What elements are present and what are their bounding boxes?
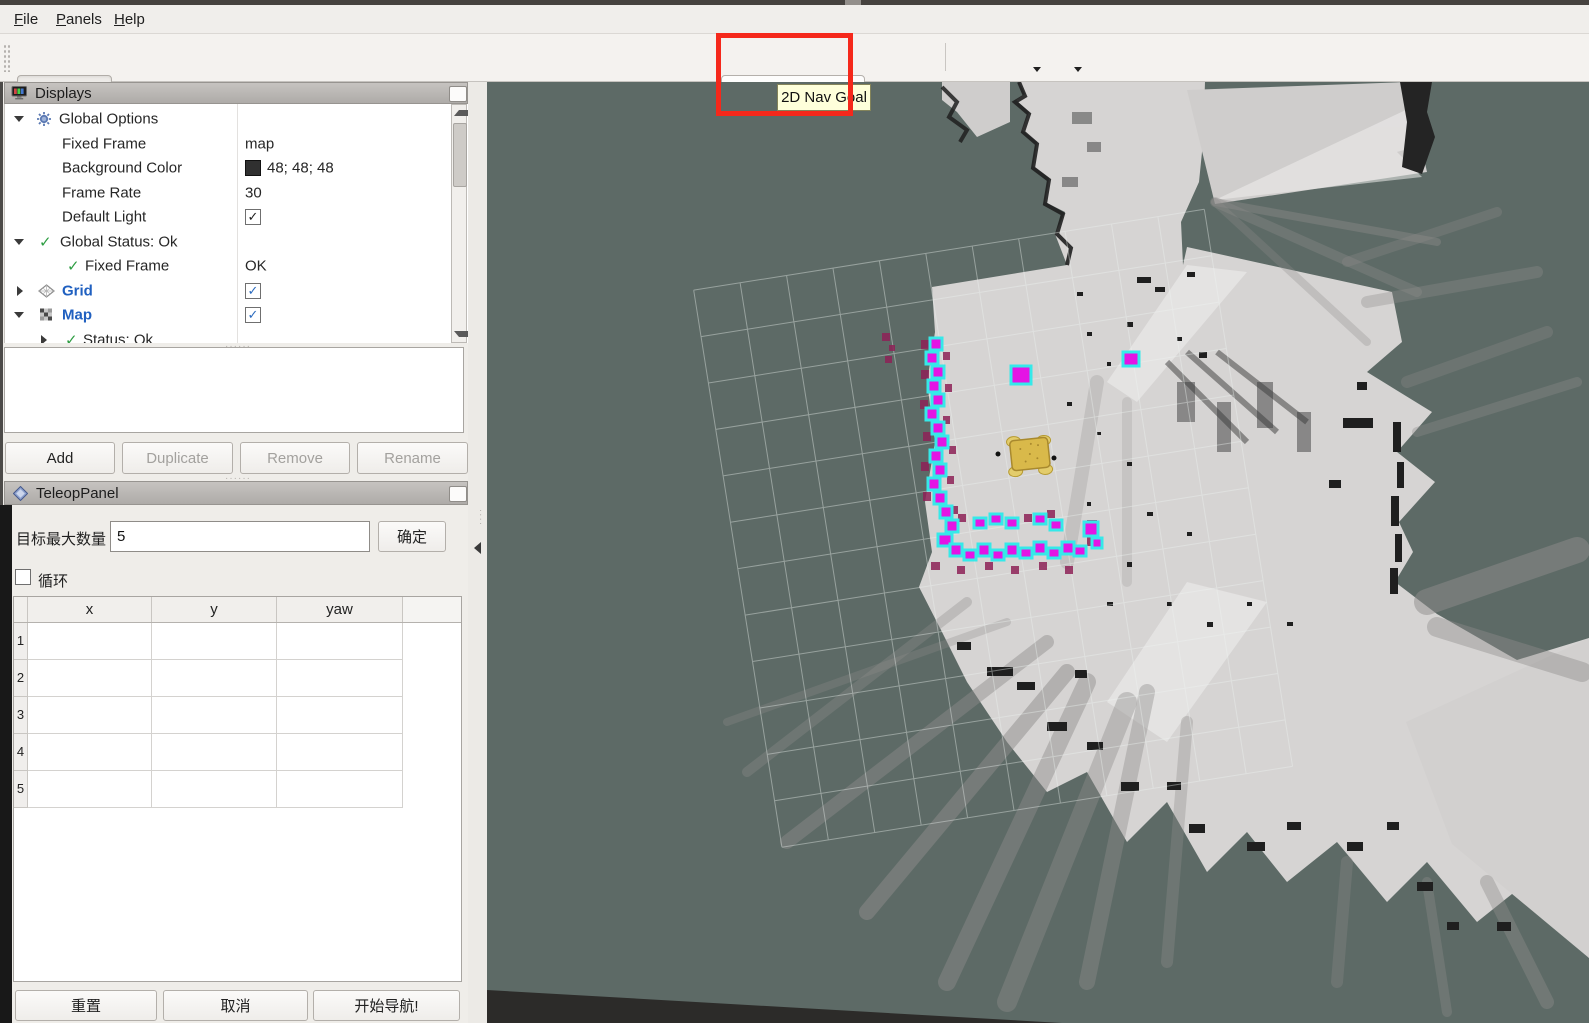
displays-scrollbar[interactable] xyxy=(451,104,467,343)
cell-y[interactable] xyxy=(152,697,277,734)
row-number[interactable]: 2 xyxy=(14,660,28,697)
start-navigation-button[interactable]: 开始导航! xyxy=(313,990,460,1021)
chevron-down-icon[interactable] xyxy=(14,116,24,122)
status-ok-check-icon: ✓ xyxy=(65,331,78,343)
cancel-button[interactable]: 取消 xyxy=(163,990,308,1021)
map-view xyxy=(487,82,1589,1023)
teleop-panel-header[interactable]: TeleopPanel xyxy=(4,481,468,505)
color-swatch[interactable] xyxy=(245,160,261,176)
status-ok-check-icon: ✓ xyxy=(39,233,52,251)
displays-monitor-icon xyxy=(11,85,28,101)
grid-display-icon xyxy=(38,283,55,298)
display-description-box xyxy=(4,347,464,433)
gear-icon xyxy=(36,111,52,127)
loop-checkbox[interactable] xyxy=(15,569,31,585)
cell-y[interactable] xyxy=(152,771,277,808)
corner-header-cell xyxy=(14,597,28,622)
cell-x[interactable] xyxy=(28,734,152,771)
loop-label: 循环 xyxy=(38,570,68,591)
menu-file[interactable]: File xyxy=(8,8,44,31)
menu-bar: File Panels Help xyxy=(0,5,1589,34)
cell-x[interactable] xyxy=(28,697,152,734)
column-header-yaw[interactable]: yaw xyxy=(277,597,403,622)
fixed-frame-value[interactable]: map xyxy=(245,135,274,152)
cell-yaw[interactable] xyxy=(277,697,403,734)
confirm-button[interactable]: 确定 xyxy=(378,521,446,552)
column-header-y[interactable]: y xyxy=(152,597,277,622)
rename-button[interactable]: Rename xyxy=(357,442,468,474)
table-row: 4 xyxy=(14,734,461,771)
chevron-down-icon[interactable] xyxy=(14,312,24,318)
chevron-down-icon[interactable] xyxy=(14,239,24,245)
cell-y[interactable] xyxy=(152,734,277,771)
row-number[interactable]: 5 xyxy=(14,771,28,808)
fixed-frame-status-value: OK xyxy=(245,258,267,275)
cell-yaw[interactable] xyxy=(277,660,403,697)
background-color-value[interactable]: 48; 48; 48 xyxy=(267,160,334,177)
scrollbar-thumb[interactable] xyxy=(453,123,467,187)
desktop-edge xyxy=(0,505,12,1023)
visibility-dropdown-caret[interactable] xyxy=(1074,67,1082,72)
add-button[interactable]: Add xyxy=(5,442,115,474)
displays-panel-header[interactable]: Displays xyxy=(4,82,468,104)
row-number[interactable]: 4 xyxy=(14,734,28,771)
panel-diamond-icon xyxy=(13,486,28,501)
table-row: 1 xyxy=(14,623,461,660)
tree-column-divider xyxy=(237,104,238,343)
status-ok-check-icon: ✓ xyxy=(67,257,80,275)
chevron-right-icon[interactable] xyxy=(17,286,23,296)
annotation-highlight-box xyxy=(716,33,853,116)
frame-rate-value[interactable]: 30 xyxy=(245,184,262,201)
cell-x[interactable] xyxy=(28,660,152,697)
header-filler xyxy=(403,597,461,622)
teleop-panel-title: TeleopPanel xyxy=(36,485,119,502)
teleop-panel-detach-button[interactable] xyxy=(449,486,467,502)
duplicate-button[interactable]: Duplicate xyxy=(122,442,233,474)
rviz-window: File Panels Help Interact Move Camera Se… xyxy=(0,0,1589,1023)
cell-x[interactable] xyxy=(28,623,152,660)
cell-y[interactable] xyxy=(152,660,277,697)
cell-yaw[interactable] xyxy=(277,734,403,771)
waypoint-table: x y yaw 1 2 3 4 5 xyxy=(13,596,462,982)
reset-button[interactable]: 重置 xyxy=(15,990,157,1021)
toolbar-drag-handle[interactable] xyxy=(3,44,10,72)
map-checkbox[interactable]: ✓ xyxy=(245,307,261,323)
table-row: 2 xyxy=(14,660,461,697)
menu-help[interactable]: Help xyxy=(108,8,151,31)
chevron-right-icon[interactable] xyxy=(41,335,47,343)
window-edge xyxy=(0,82,3,505)
remove-button[interactable]: Remove xyxy=(240,442,350,474)
cell-yaw[interactable] xyxy=(277,771,403,808)
row-number[interactable]: 1 xyxy=(14,623,28,660)
table-row: 5 xyxy=(14,771,461,808)
default-light-checkbox[interactable]: ✓ xyxy=(245,209,261,225)
grid-checkbox[interactable]: ✓ xyxy=(245,283,261,299)
goal-count-input[interactable] xyxy=(110,521,370,552)
panel-splitter[interactable]: ···· xyxy=(468,82,487,1023)
splitter-dots: ···· xyxy=(475,509,486,526)
cell-y[interactable] xyxy=(152,623,277,660)
toolbar-separator xyxy=(945,43,946,71)
goal-count-label: 目标最大数量 xyxy=(16,528,106,549)
zoom-out-dropdown-caret[interactable] xyxy=(1033,67,1041,72)
column-header-x[interactable]: x xyxy=(28,597,152,622)
displays-panel-title: Displays xyxy=(35,85,92,102)
collapse-panel-icon[interactable] xyxy=(474,542,481,554)
cell-yaw[interactable] xyxy=(277,623,403,660)
table-row: 3 xyxy=(14,697,461,734)
render-viewport[interactable] xyxy=(487,82,1589,1023)
menu-panels[interactable]: Panels xyxy=(50,8,108,31)
cell-x[interactable] xyxy=(28,771,152,808)
waypoint-table-header: x y yaw xyxy=(14,597,461,623)
map-display-icon xyxy=(39,308,54,323)
displays-panel-detach-button[interactable] xyxy=(449,86,467,102)
row-number[interactable]: 3 xyxy=(14,697,28,734)
displays-tree: Global Options Fixed Frame map Backgroun… xyxy=(4,104,468,343)
